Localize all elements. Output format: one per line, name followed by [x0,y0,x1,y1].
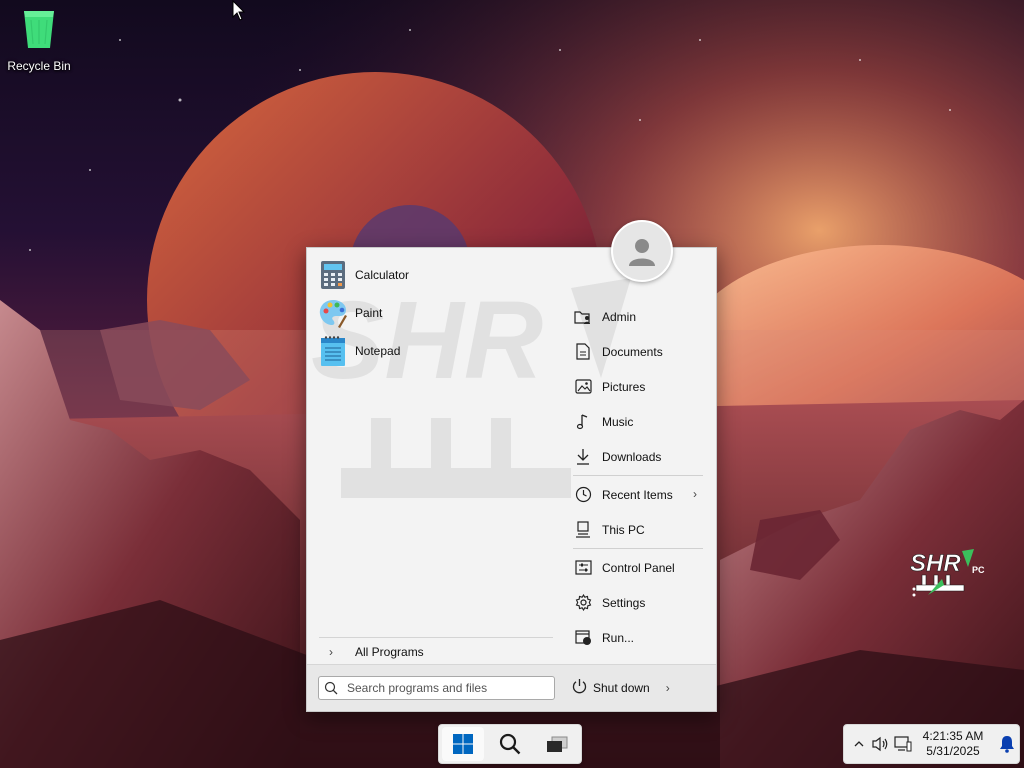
task-view-button[interactable] [536,727,578,761]
mouse-cursor-icon [232,0,246,25]
recycle-bin-shortcut[interactable]: Recycle Bin [4,8,74,73]
svg-text:PC: PC [972,565,985,575]
notification-bell-icon[interactable] [996,733,1018,755]
chevron-up-icon[interactable] [848,733,870,755]
place-label: Recent Items [602,487,673,502]
gear-icon [574,594,592,612]
picture-icon [574,378,592,396]
search-icon [319,681,343,695]
place-item-admin[interactable]: Admin [569,299,707,334]
clock-date: 5/31/2025 [926,744,980,758]
pinned-item-paint[interactable]: Paint [317,294,557,332]
start-button[interactable] [441,727,484,761]
pinned-item-label: Calculator [355,268,410,282]
places-list: Admin Documents Pictures Music Downloads [569,299,707,655]
place-label: Settings [602,595,646,610]
network-icon[interactable] [892,733,914,755]
chevron-right-icon: › [329,644,333,659]
document-icon [574,343,592,361]
place-item-control-panel[interactable]: Control Panel [569,550,707,585]
task-view-icon [547,736,568,752]
windows-logo-icon [452,734,473,754]
place-label: Admin [602,309,637,324]
place-item-documents[interactable]: Documents [569,334,707,369]
place-label: Run... [602,630,635,645]
recycle-bin-icon [19,8,59,53]
place-item-recent-items[interactable]: Recent Items › [569,477,707,512]
pinned-item-calculator[interactable]: Calculator [317,256,557,294]
music-note-icon [574,413,592,431]
user-folder-icon [574,308,592,326]
shutdown-button[interactable]: Shut down › [571,676,670,700]
search-icon [499,733,521,755]
taskbar [438,724,582,764]
start-search-box[interactable] [318,676,555,700]
taskbar-search-button[interactable] [489,727,531,761]
system-tray: 4:21:35 AM 5/31/2025 [843,724,1020,764]
power-icon [571,678,588,698]
place-item-downloads[interactable]: Downloads [569,439,707,474]
start-menu-bottom-bar: Shut down › [307,664,716,711]
run-icon [574,629,592,647]
separator [573,548,703,549]
user-avatar[interactable] [611,220,673,282]
download-arrow-icon [574,448,592,466]
place-item-pictures[interactable]: Pictures [569,369,707,404]
start-menu: SHR Calculator Paint Notepad › All Progr… [306,220,717,712]
place-item-this-pc[interactable]: This PC [569,512,707,547]
place-label: Music [602,414,634,429]
notepad-icon [317,335,349,367]
place-label: Control Panel [602,560,675,575]
shutdown-options-chevron-icon[interactable]: › [666,681,670,695]
clock-time: 4:21:35 AM [922,729,984,743]
control-panel-icon [574,559,592,577]
pinned-item-label: Notepad [355,344,401,358]
clock-icon [574,486,592,504]
place-label: Documents [602,344,663,359]
all-programs-label: All Programs [355,644,424,659]
place-item-music[interactable]: Music [569,404,707,439]
place-label: Pictures [602,379,646,394]
all-programs-button[interactable]: › All Programs [319,637,553,665]
separator [573,475,703,476]
place-label: Downloads [602,449,662,464]
recycle-bin-label: Recycle Bin [7,59,71,73]
paint-palette-icon [317,297,349,329]
search-input[interactable] [347,681,547,695]
speaker-icon[interactable] [870,733,892,755]
pinned-item-notepad[interactable]: Notepad [317,332,557,370]
place-item-settings[interactable]: Settings [569,585,707,620]
place-item-run[interactable]: Run... [569,620,707,655]
place-label: This PC [602,522,645,537]
svg-text:SHR: SHR [910,550,961,577]
computer-icon [574,521,592,539]
clock[interactable]: 4:21:35 AM 5/31/2025 [918,729,988,759]
pinned-item-label: Paint [355,306,383,320]
shr-watermark-logo: SHR PC [908,545,988,608]
chevron-right-icon: › [693,487,697,501]
pinned-apps-list: Calculator Paint Notepad [317,256,557,370]
calculator-icon [317,259,349,291]
shutdown-label: Shut down [593,681,650,695]
user-silhouette-icon [629,239,655,266]
